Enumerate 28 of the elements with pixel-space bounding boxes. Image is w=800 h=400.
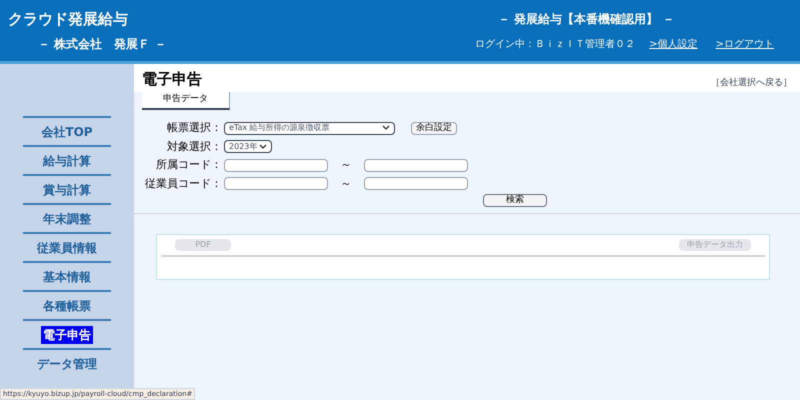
range-separator: ～ [340,176,352,192]
header-link[interactable]: >個人設定 [649,36,698,52]
sidebar-item[interactable]: 年末調整 [41,210,93,228]
login-user: ログイン中：ＢｉｚＩＴ管理者０２ [475,38,636,52]
tab[interactable]: 申告データ [142,92,230,110]
company-name: － 株式会社 発展Ｆ － [38,36,168,53]
search-button[interactable]: 検索 [483,194,547,207]
sidebar-item[interactable]: 各種帳票 [41,296,93,314]
field-label: 帳票選択： [166,120,222,136]
field-label: 対象選択： [166,138,222,154]
range-separator: ～ [340,157,352,173]
sidebar-item[interactable]: 基本情報 [41,268,93,286]
sidebar-item[interactable]: 電子申告 [41,326,93,344]
sidebar-item[interactable]: 従業員情報 [35,238,99,256]
sidebar-item[interactable]: 会社TOP [39,122,95,140]
system-title: － 発展給与【本番機確認用】 － [498,11,674,28]
field-label: 従業員コード： [144,176,222,192]
report-select[interactable]: eTax 給与所得の源泉徴収票 [224,122,395,135]
year-select[interactable]: 2023年 [224,140,272,154]
field-label: 所属コード： [155,157,222,173]
header-link[interactable]: >ログアウト [716,36,774,52]
sidebar-item[interactable]: 賞与計算 [41,180,93,198]
sidebar-item[interactable]: 給与計算 [41,152,93,170]
app-logo: クラウド発展給与 [8,9,129,30]
back-link[interactable]: ［会社選択へ戻る］ [711,76,792,90]
page-title: 電子申告 [142,69,202,90]
sidebar-item[interactable]: データ管理 [35,354,99,372]
margin-settings-button[interactable]: 余白設定 [411,122,457,135]
